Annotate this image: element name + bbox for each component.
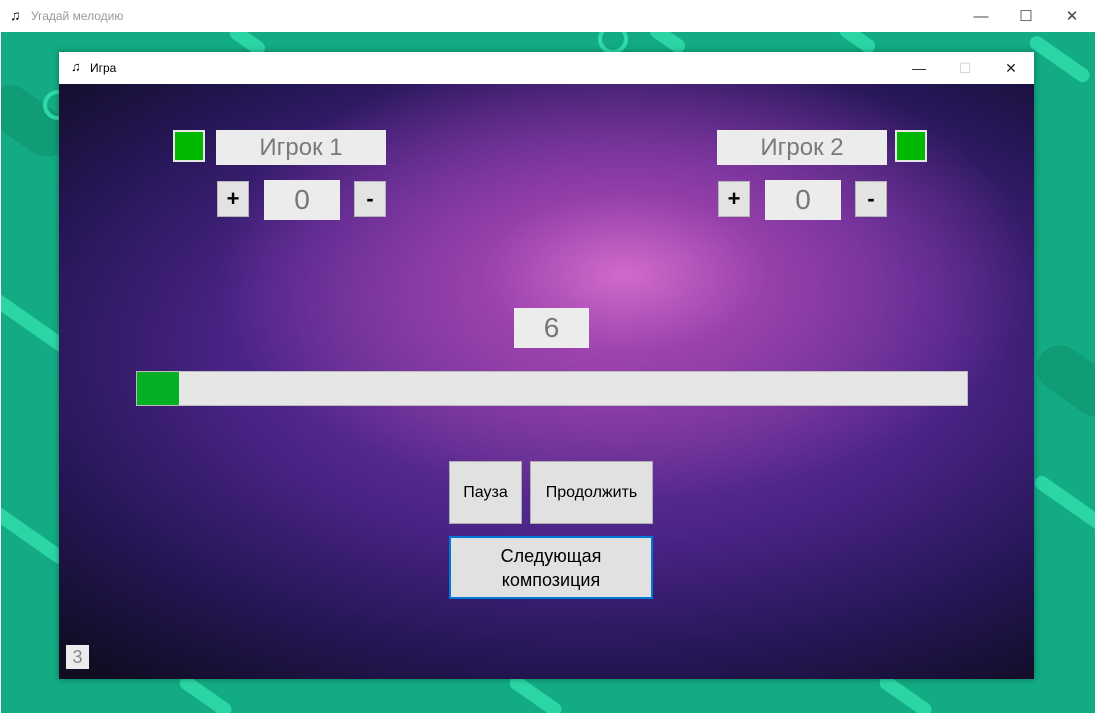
resume-button[interactable]: Продолжить [530, 461, 653, 524]
background-stripe [506, 673, 565, 713]
background-stripe [1026, 33, 1093, 85]
minimize-button[interactable]: — [958, 0, 1004, 32]
close-button[interactable]: ✕ [1049, 0, 1095, 32]
background-ring [598, 32, 628, 54]
maximize-button[interactable]: ☐ [1003, 0, 1049, 32]
close-button[interactable]: ✕ [988, 52, 1034, 84]
progress-fill [137, 372, 179, 405]
music-note-icon: ♫ [10, 7, 21, 23]
background-stripe [876, 673, 935, 713]
background-stripe [176, 673, 235, 713]
game-window: ♫ Игра — ☐ ✕ Игрок 1 + 0 - Игрок 2 + 0 -… [59, 52, 1034, 679]
maximize-button: ☐ [958, 59, 972, 76]
game-area: Игрок 1 + 0 - Игрок 2 + 0 - 6 Пауза Прод… [59, 84, 1034, 679]
game-window-title: Игра [90, 61, 117, 75]
minimize-button[interactable]: — [896, 52, 942, 84]
pause-button[interactable]: Пауза [449, 461, 522, 524]
next-track-button[interactable]: Следующая композиция [449, 536, 653, 599]
player1-score: 0 [264, 180, 340, 220]
outer-title-bar: ♫ Угадай мелодию — ☐ ✕ [0, 0, 1096, 33]
background-stripe [1027, 336, 1095, 426]
player2-name: Игрок 2 [717, 130, 887, 165]
player1-indicator [173, 130, 205, 162]
player1-plus-button[interactable]: + [217, 181, 249, 217]
music-note-icon: ♫ [71, 59, 81, 74]
player2-indicator [895, 130, 927, 162]
playback-progress-bar [136, 371, 968, 406]
player2-plus-button[interactable]: + [718, 181, 750, 217]
player1-name: Игрок 1 [216, 130, 386, 165]
tracks-counter: 3 [66, 645, 89, 669]
player2-minus-button[interactable]: - [855, 181, 887, 217]
background-stripe [1031, 473, 1095, 537]
player2-score: 0 [765, 180, 841, 220]
outer-window-title: Угадай мелодию [31, 9, 124, 23]
timer-display: 6 [514, 308, 589, 348]
player1-minus-button[interactable]: - [354, 181, 386, 217]
game-title-bar: ♫ Игра — ☐ ✕ [59, 52, 1034, 84]
